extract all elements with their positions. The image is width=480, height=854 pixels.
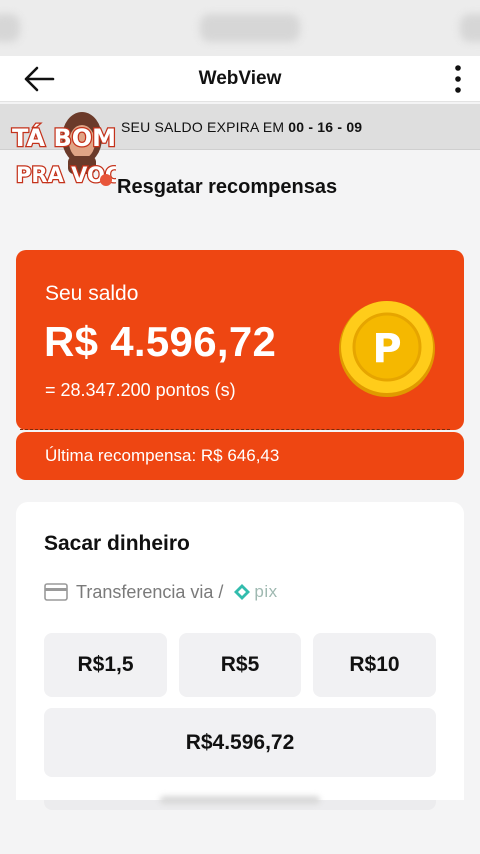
balance-card: Seu saldo R$ 4.596,72 = 28.347.200 ponto… [16, 250, 464, 430]
balance-label: Seu saldo [45, 282, 139, 305]
coin-icon: P [339, 301, 435, 397]
expiry-countdown: 00 - 16 - 09 [288, 119, 363, 135]
bottom-area [0, 796, 480, 854]
page-heading: Resgatar recompensas [117, 176, 338, 198]
amount-option-full-balance[interactable]: R$4.596,72 [44, 708, 436, 777]
amount-option-10[interactable]: R$10 [313, 633, 436, 697]
pix-label: pix [254, 582, 278, 601]
status-bar [0, 0, 480, 56]
dashed-divider [20, 429, 450, 430]
amount-option-5[interactable]: R$5 [179, 633, 301, 697]
coin-letter: P [372, 326, 401, 372]
balance-amount: R$ 4.596,72 [44, 318, 277, 365]
ta-bom-logo: TÁ BOM PRA VOCÊ? [11, 112, 116, 188]
last-reward-card: Última recompensa: R$ 646,43 [16, 432, 464, 480]
amount-option-1-5[interactable]: R$1,5 [44, 633, 167, 697]
app-bar-title: WebView [198, 68, 282, 89]
balance-points: = 28.347.200 pontos (s) [45, 380, 236, 400]
app-bar: WebView [0, 56, 480, 102]
pix-icon [234, 584, 251, 600]
last-reward-text: Última recompensa: R$ 646,43 [45, 446, 280, 465]
logo-line-1: TÁ BOM [12, 123, 116, 152]
expiry-label: SEU SALDO EXPIRA EM [121, 119, 285, 135]
card-icon [44, 583, 68, 601]
withdraw-title: Sacar dinheiro [44, 532, 190, 555]
more-vert-icon[interactable] [450, 62, 466, 96]
transfer-label: Transferencia via / [76, 581, 224, 602]
transfer-method: Transferencia via / pix [44, 580, 278, 604]
withdraw-section: Sacar dinheiro Transferencia via / pix R… [16, 502, 464, 832]
